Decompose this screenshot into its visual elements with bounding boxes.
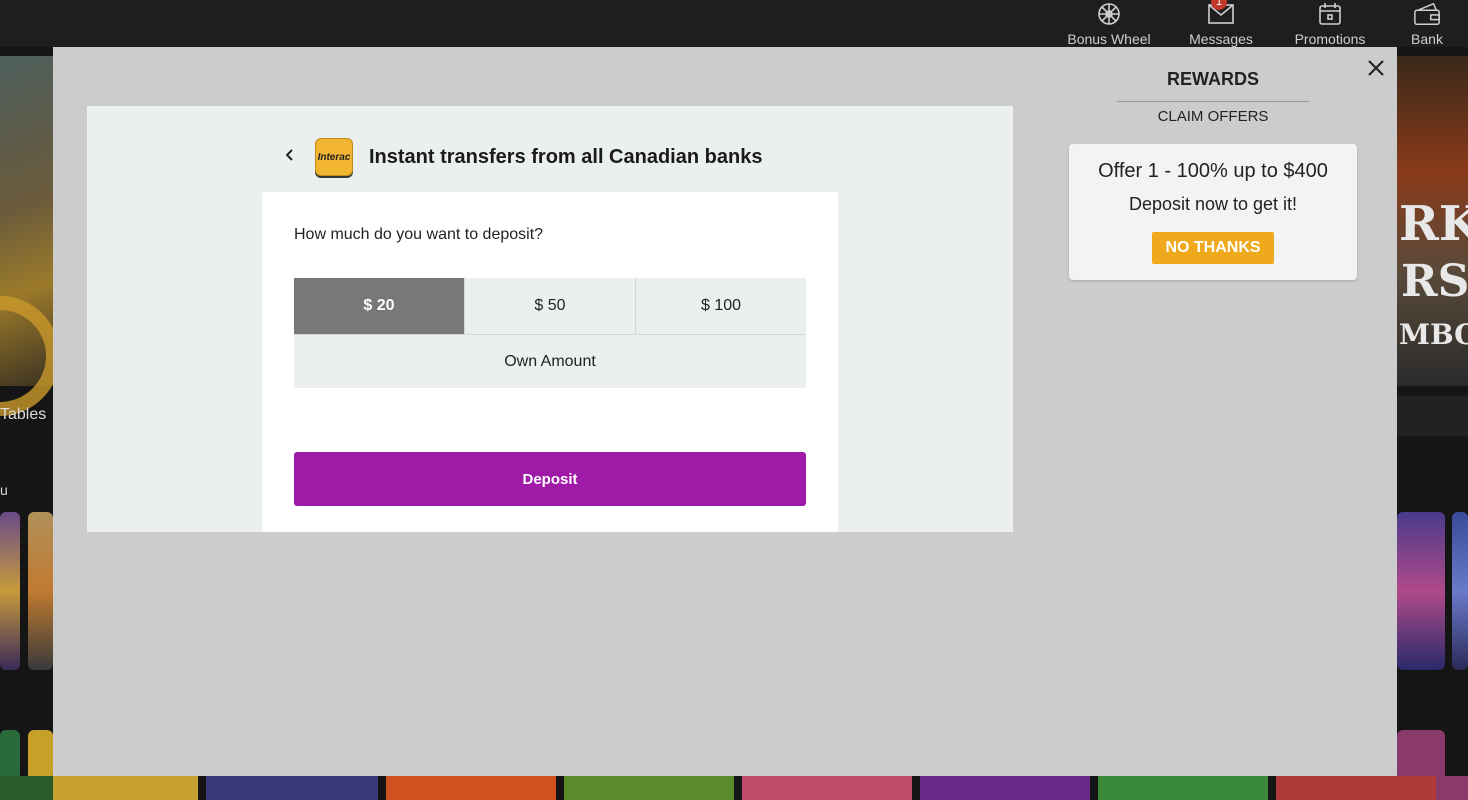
nav-bank-label: Bank xyxy=(1411,31,1443,47)
nav-bonus-wheel-label: Bonus Wheel xyxy=(1067,31,1151,47)
deposit-button[interactable]: Deposit xyxy=(294,452,806,506)
background-game-tile[interactable] xyxy=(1397,512,1445,670)
interac-logo: Interac xyxy=(315,138,353,176)
background-game-banner-left xyxy=(0,56,60,416)
background-ring-decoration xyxy=(0,296,60,416)
own-amount-option[interactable]: Own Amount xyxy=(294,334,806,388)
deposit-card: How much do you want to deposit? $ 20 $ … xyxy=(262,192,838,532)
envelope-icon: 1 xyxy=(1207,0,1235,27)
chevron-left-icon xyxy=(286,149,293,161)
wallet-icon xyxy=(1413,0,1441,27)
background-banner-text: MBO xyxy=(1399,318,1468,351)
background-banner-text: RS xyxy=(1401,256,1468,307)
top-navigation-bar: Bonus Wheel 1 Messages Promotions Bank xyxy=(0,0,1468,47)
offer-title: Offer 1 - 100% up to $400 xyxy=(1098,160,1328,182)
wheel-icon xyxy=(1095,0,1123,27)
deposit-modal: Interac Instant transfers from all Canad… xyxy=(53,47,1397,776)
background-game-tile[interactable] xyxy=(28,730,53,780)
background-game-row xyxy=(0,776,1468,800)
no-thanks-button[interactable]: NO THANKS xyxy=(1152,232,1274,264)
nav-bonus-wheel[interactable]: Bonus Wheel xyxy=(1064,0,1154,47)
claim-offers-link[interactable]: CLAIM OFFERS xyxy=(1117,108,1309,125)
offer-subtitle: Deposit now to get it! xyxy=(1128,194,1298,214)
nav-messages-label: Messages xyxy=(1189,31,1253,47)
background-scroll-bar xyxy=(1397,396,1468,436)
background-section-label: u xyxy=(0,482,8,498)
background-game-tile[interactable] xyxy=(0,730,20,780)
deposit-question: How much do you want to deposit? xyxy=(294,226,544,243)
amount-option-50[interactable]: $ 50 xyxy=(464,278,635,334)
payment-frame: Interac Instant transfers from all Canad… xyxy=(87,106,1013,532)
background-game-tile[interactable] xyxy=(0,512,20,670)
close-icon xyxy=(1368,60,1384,76)
background-game-banner-right: RK RS MBO xyxy=(1397,56,1468,386)
offer-card: Offer 1 - 100% up to $400 Deposit now to… xyxy=(1069,144,1357,280)
background-game-tile[interactable] xyxy=(1452,512,1468,670)
payment-method-title: Instant transfers from all Canadian bank… xyxy=(369,146,763,168)
background-tables-tab[interactable]: Tables xyxy=(0,406,46,424)
nav-bank[interactable]: Bank xyxy=(1404,0,1450,47)
rewards-title: REWARDS xyxy=(1166,69,1259,89)
close-modal-button[interactable] xyxy=(1365,57,1387,79)
background-game-tile[interactable] xyxy=(1397,730,1445,780)
amount-option-100[interactable]: $ 100 xyxy=(635,278,806,334)
background-game-tile[interactable] xyxy=(28,512,53,670)
background-banner-text: RK xyxy=(1399,196,1468,252)
nav-promotions-label: Promotions xyxy=(1294,31,1366,47)
back-button[interactable] xyxy=(283,148,297,162)
amount-option-20[interactable]: $ 20 xyxy=(294,278,464,334)
rewards-divider xyxy=(1117,101,1309,102)
nav-messages[interactable]: 1 Messages xyxy=(1182,0,1260,47)
amount-options: $ 20 $ 50 $ 100 Own Amount xyxy=(294,278,806,388)
nav-promotions[interactable]: Promotions xyxy=(1288,0,1372,47)
calendar-icon xyxy=(1316,0,1344,27)
